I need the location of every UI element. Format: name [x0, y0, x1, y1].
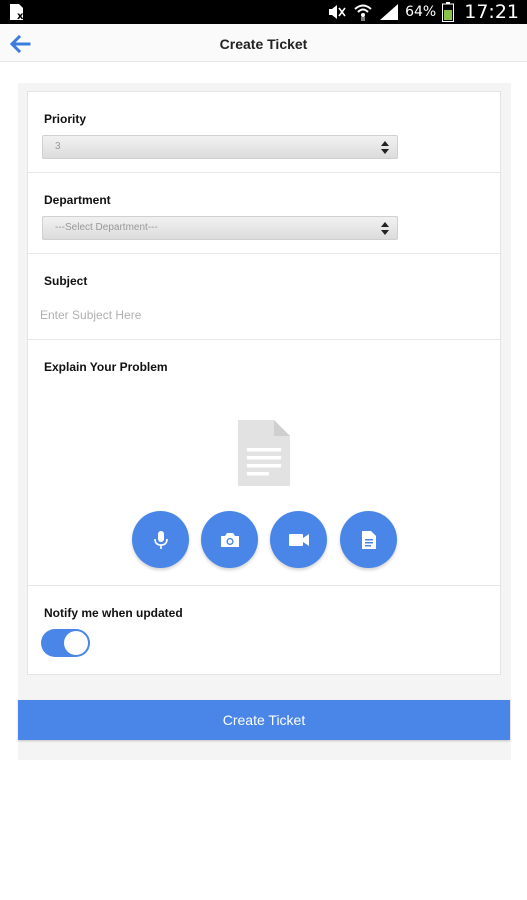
app-x-icon: x — [10, 4, 24, 21]
document-icon — [238, 420, 290, 486]
department-value: ---Select Department--- — [55, 222, 158, 233]
battery-icon — [442, 2, 455, 22]
ticket-form-card: Priority 3 Department ---Select Departme… — [27, 91, 501, 675]
mute-icon — [327, 4, 347, 20]
take-photo-button[interactable] — [201, 511, 258, 568]
department-section: Department ---Select Department--- — [28, 173, 500, 254]
create-ticket-button[interactable]: Create Ticket — [18, 700, 510, 740]
microphone-icon — [153, 530, 168, 549]
select-arrows-icon — [381, 222, 389, 235]
problem-section: Explain Your Problem — [28, 340, 500, 586]
video-icon — [288, 533, 309, 546]
subject-input[interactable] — [40, 304, 480, 326]
problem-label: Explain Your Problem — [44, 360, 168, 374]
wifi-icon — [353, 3, 373, 21]
status-bar: x 64% 17:21 — [0, 0, 527, 24]
priority-value: 3 — [55, 141, 61, 152]
select-arrows-icon — [381, 141, 389, 154]
notify-section: Notify me when updated — [28, 586, 500, 674]
record-video-button[interactable] — [270, 511, 327, 568]
attach-file-button[interactable] — [340, 511, 397, 568]
page-title: Create Ticket — [219, 36, 308, 52]
notify-toggle[interactable] — [41, 629, 90, 657]
clock: 17:21 — [464, 1, 519, 23]
record-audio-button[interactable] — [132, 511, 189, 568]
camera-icon — [220, 532, 239, 547]
subject-label: Subject — [44, 274, 88, 288]
signal-icon — [379, 3, 399, 21]
department-select[interactable]: ---Select Department--- — [42, 216, 398, 240]
subject-section: Subject — [28, 254, 500, 340]
priority-label: Priority — [44, 112, 87, 126]
file-icon — [361, 530, 376, 549]
svg-text:x: x — [17, 11, 24, 21]
department-label: Department — [44, 193, 111, 207]
toggle-knob — [64, 631, 88, 655]
battery-percent: 64% — [405, 4, 437, 20]
priority-section: Priority 3 — [28, 92, 500, 173]
notify-label: Notify me when updated — [44, 606, 183, 620]
priority-select[interactable]: 3 — [42, 135, 398, 159]
app-bar: Create Ticket — [0, 24, 527, 62]
